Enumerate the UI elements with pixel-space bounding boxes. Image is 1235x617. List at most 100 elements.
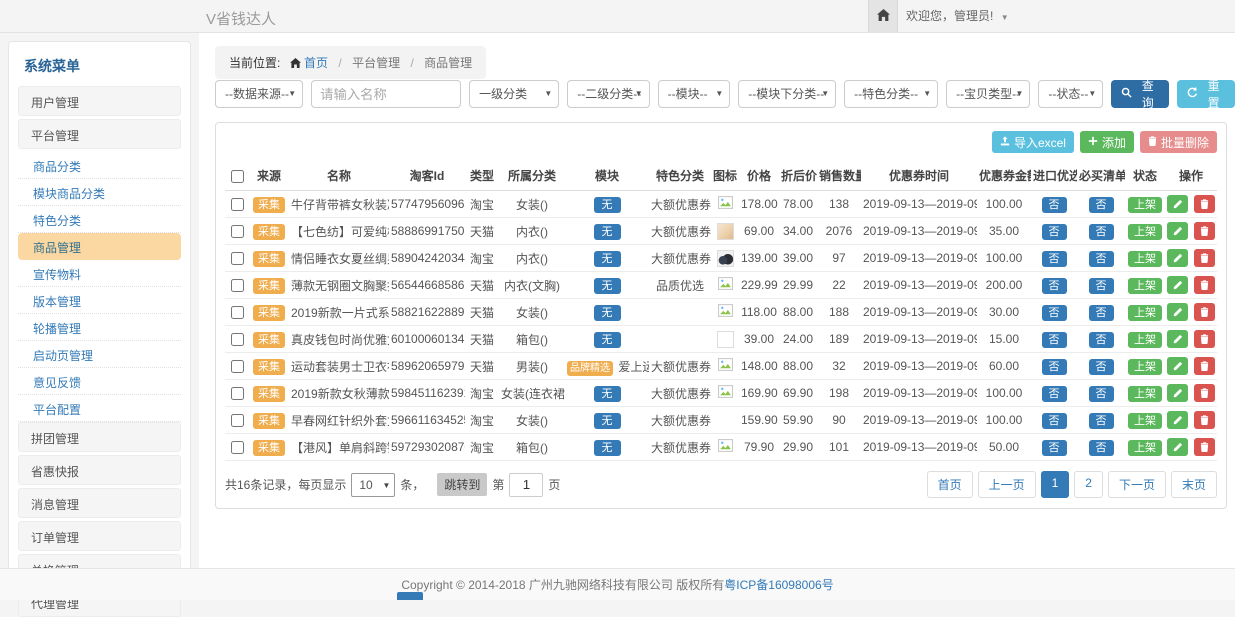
sidebar-item[interactable]: 平台管理	[18, 119, 181, 149]
delete-button[interactable]	[1194, 384, 1215, 402]
add-button[interactable]: 添加	[1080, 131, 1134, 153]
edit-button[interactable]	[1167, 357, 1188, 375]
must-buy-toggle[interactable]: 否	[1089, 332, 1114, 348]
sidebar-item[interactable]: 商品分类	[18, 152, 181, 179]
import-select-toggle[interactable]: 否	[1042, 197, 1067, 213]
sidebar-item[interactable]: 拼团管理	[18, 422, 181, 452]
edit-button[interactable]	[1167, 195, 1188, 213]
sidebar-item[interactable]: 平台配置	[18, 395, 181, 422]
edit-button[interactable]	[1167, 276, 1188, 294]
edit-button[interactable]	[1167, 330, 1188, 348]
delete-button[interactable]	[1194, 438, 1215, 456]
must-buy-toggle[interactable]: 否	[1089, 278, 1114, 294]
user-menu[interactable]: 欢迎您，管理员! ▼	[906, 0, 1009, 32]
import-select-toggle[interactable]: 否	[1042, 278, 1067, 294]
row-checkbox[interactable]	[231, 198, 244, 211]
import-select-toggle[interactable]: 否	[1042, 251, 1067, 267]
must-buy-toggle[interactable]: 否	[1089, 413, 1114, 429]
status-toggle[interactable]: 上架	[1128, 197, 1162, 213]
row-checkbox[interactable]	[231, 225, 244, 238]
filter-select[interactable]: --宝贝类型-- ▼	[946, 80, 1030, 108]
delete-button[interactable]	[1194, 249, 1215, 267]
filter-select[interactable]: --二级分类-- ▼	[567, 80, 649, 108]
sidebar-item[interactable]: 商品管理	[18, 233, 181, 260]
select-all-checkbox[interactable]	[231, 170, 244, 183]
status-toggle[interactable]: 上架	[1128, 332, 1162, 348]
status-toggle[interactable]: 上架	[1128, 386, 1162, 402]
row-checkbox[interactable]	[231, 441, 244, 454]
must-buy-toggle[interactable]: 否	[1089, 305, 1114, 321]
module-none-badge[interactable]: 无	[594, 332, 621, 348]
sidebar-item[interactable]: 用户管理	[18, 86, 181, 116]
module-none-badge[interactable]: 无	[594, 440, 621, 456]
import-select-toggle[interactable]: 否	[1042, 332, 1067, 348]
pager-button[interactable]: 首页	[927, 471, 973, 498]
status-toggle[interactable]: 上架	[1128, 278, 1162, 294]
filter-select[interactable]: --模块下分类-- ▼	[738, 80, 836, 108]
row-checkbox[interactable]	[231, 306, 244, 319]
name-search-input[interactable]	[311, 80, 461, 108]
module-none-badge[interactable]: 无	[594, 278, 621, 294]
jump-button[interactable]: 跳转到	[437, 473, 487, 496]
sidebar-item[interactable]: 意见反馈	[18, 368, 181, 395]
filter-select[interactable]: --状态-- ▼	[1038, 80, 1103, 108]
status-toggle[interactable]: 上架	[1128, 305, 1162, 321]
delete-button[interactable]	[1194, 303, 1215, 321]
must-buy-toggle[interactable]: 否	[1089, 359, 1114, 375]
status-toggle[interactable]: 上架	[1128, 224, 1162, 240]
edit-button[interactable]	[1167, 384, 1188, 402]
sidebar-item[interactable]: 模块商品分类	[18, 179, 181, 206]
data-source-select[interactable]: --数据来源-- ▼	[215, 80, 303, 108]
import-excel-button[interactable]: 导入excel	[992, 131, 1074, 153]
filter-select[interactable]: --特色分类-- ▼	[844, 80, 938, 108]
import-select-toggle[interactable]: 否	[1042, 359, 1067, 375]
delete-button[interactable]	[1194, 357, 1215, 375]
module-none-badge[interactable]: 无	[594, 224, 621, 240]
row-checkbox[interactable]	[231, 279, 244, 292]
status-toggle[interactable]: 上架	[1128, 359, 1162, 375]
import-select-toggle[interactable]: 否	[1042, 440, 1067, 456]
edit-button[interactable]	[1167, 411, 1188, 429]
sidebar-item[interactable]: 启动页管理	[18, 341, 181, 368]
edit-button[interactable]	[1167, 222, 1188, 240]
must-buy-toggle[interactable]: 否	[1089, 197, 1114, 213]
status-toggle[interactable]: 上架	[1128, 251, 1162, 267]
module-none-badge[interactable]: 无	[594, 413, 621, 429]
sidebar-item[interactable]: 省惠快报	[18, 455, 181, 485]
per-page-select[interactable]: 10 ▼	[351, 473, 395, 497]
row-checkbox[interactable]	[231, 360, 244, 373]
row-checkbox[interactable]	[231, 414, 244, 427]
row-checkbox[interactable]	[231, 252, 244, 265]
reset-button[interactable]: 重置	[1177, 80, 1235, 108]
edit-button[interactable]	[1167, 249, 1188, 267]
status-toggle[interactable]: 上架	[1128, 413, 1162, 429]
breadcrumb-home-link[interactable]: 首页	[304, 56, 328, 70]
sidebar-item[interactable]: 宣传物料	[18, 260, 181, 287]
import-select-toggle[interactable]: 否	[1042, 224, 1067, 240]
delete-button[interactable]	[1194, 411, 1215, 429]
row-checkbox[interactable]	[231, 387, 244, 400]
home-button[interactable]	[868, 0, 898, 32]
row-checkbox[interactable]	[231, 333, 244, 346]
module-none-badge[interactable]: 无	[594, 251, 621, 267]
status-toggle[interactable]: 上架	[1128, 440, 1162, 456]
pager-button[interactable]: 上一页	[978, 471, 1036, 498]
delete-button[interactable]	[1194, 195, 1215, 213]
must-buy-toggle[interactable]: 否	[1089, 440, 1114, 456]
must-buy-toggle[interactable]: 否	[1089, 386, 1114, 402]
must-buy-toggle[interactable]: 否	[1089, 251, 1114, 267]
import-select-toggle[interactable]: 否	[1042, 413, 1067, 429]
sidebar-item[interactable]: 轮播管理	[18, 314, 181, 341]
sidebar-item[interactable]: 消息管理	[18, 488, 181, 518]
filter-select[interactable]: --模块-- ▼	[658, 80, 731, 108]
module-none-badge[interactable]: 无	[594, 305, 621, 321]
filter-select[interactable]: 一级分类 ▼	[469, 80, 559, 108]
sidebar-item[interactable]: 订单管理	[18, 521, 181, 551]
sidebar-item[interactable]: 特色分类	[18, 206, 181, 233]
page-number-input[interactable]	[509, 473, 543, 497]
delete-button[interactable]	[1194, 276, 1215, 294]
must-buy-toggle[interactable]: 否	[1089, 224, 1114, 240]
pager-button[interactable]: 2	[1074, 471, 1103, 498]
sidebar-item[interactable]: 版本管理	[18, 287, 181, 314]
icp-link[interactable]: 粤ICP备16098006号	[724, 578, 833, 592]
